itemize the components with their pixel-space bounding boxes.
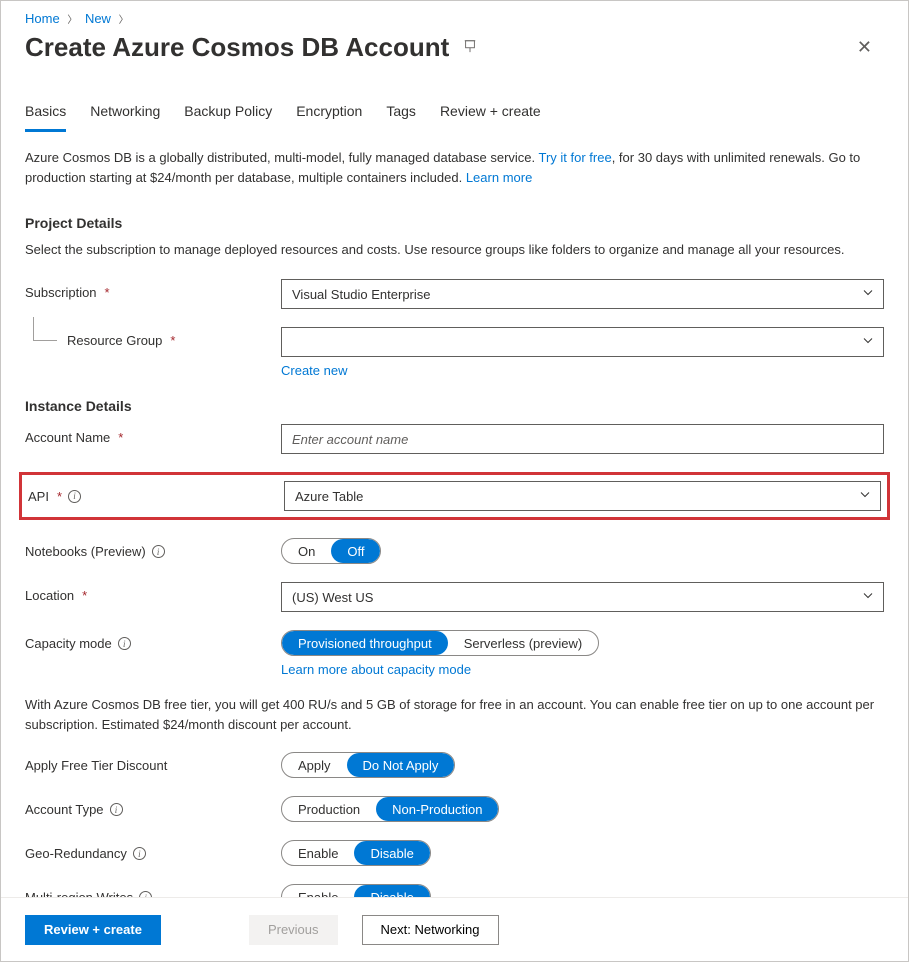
location-select[interactable]: (US) West US bbox=[281, 582, 884, 612]
geo-redundancy-toggle[interactable]: Enable Disable bbox=[281, 840, 431, 866]
notebooks-toggle[interactable]: On Off bbox=[281, 538, 381, 564]
api-select[interactable]: Azure Table bbox=[284, 481, 881, 511]
pin-icon[interactable] bbox=[463, 39, 477, 56]
serverless-option[interactable]: Serverless (preview) bbox=[448, 631, 598, 655]
apply-option[interactable]: Apply bbox=[282, 753, 347, 777]
chevron-right-icon: 〉 bbox=[119, 15, 129, 26]
geo-disable-option[interactable]: Disable bbox=[354, 841, 429, 865]
free-tier-label: Apply Free Tier Discount bbox=[25, 752, 281, 773]
tab-networking[interactable]: Networking bbox=[90, 97, 160, 132]
previous-button: Previous bbox=[249, 915, 338, 945]
production-option[interactable]: Production bbox=[282, 797, 376, 821]
review-create-button[interactable]: Review + create bbox=[25, 915, 161, 945]
tree-line-icon bbox=[33, 317, 57, 341]
provisioned-option[interactable]: Provisioned throughput bbox=[282, 631, 448, 655]
page-title: Create Azure Cosmos DB Account bbox=[25, 32, 449, 63]
content-scroll-area[interactable]: Basics Networking Backup Policy Encrypti… bbox=[1, 87, 908, 897]
try-free-link[interactable]: Try it for free bbox=[539, 150, 612, 165]
footer-bar: Review + create Previous Next: Networkin… bbox=[1, 897, 908, 961]
notebooks-on-option[interactable]: On bbox=[282, 539, 331, 563]
account-name-label: Account Name* bbox=[25, 424, 281, 445]
notebooks-label: Notebooks (Preview) i bbox=[25, 538, 281, 559]
info-icon[interactable]: i bbox=[110, 803, 123, 816]
info-icon[interactable]: i bbox=[152, 545, 165, 558]
resource-group-select[interactable] bbox=[281, 327, 884, 357]
do-not-apply-option[interactable]: Do Not Apply bbox=[347, 753, 455, 777]
multi-enable-option[interactable]: Enable bbox=[282, 885, 354, 897]
tab-tags[interactable]: Tags bbox=[386, 97, 416, 132]
subscription-label: Subscription* bbox=[25, 279, 281, 300]
multi-region-toggle[interactable]: Enable Disable bbox=[281, 884, 431, 897]
multi-disable-option[interactable]: Disable bbox=[354, 885, 429, 897]
account-type-toggle[interactable]: Production Non-Production bbox=[281, 796, 499, 822]
close-icon[interactable]: ✕ bbox=[853, 33, 876, 62]
breadcrumb-new[interactable]: New bbox=[85, 11, 111, 26]
learn-more-link[interactable]: Learn more bbox=[466, 170, 532, 185]
tab-encryption[interactable]: Encryption bbox=[296, 97, 362, 132]
free-tier-description: With Azure Cosmos DB free tier, you will… bbox=[25, 695, 884, 734]
account-name-input[interactable]: Enter account name bbox=[281, 424, 884, 454]
intro-text: Azure Cosmos DB is a globally distribute… bbox=[25, 148, 884, 187]
info-icon[interactable]: i bbox=[118, 637, 131, 650]
instance-details-heading: Instance Details bbox=[25, 398, 884, 414]
project-details-sub: Select the subscription to manage deploy… bbox=[25, 241, 884, 259]
free-tier-toggle[interactable]: Apply Do Not Apply bbox=[281, 752, 455, 778]
capacity-learn-more-link[interactable]: Learn more about capacity mode bbox=[281, 662, 471, 677]
subscription-select[interactable]: Visual Studio Enterprise bbox=[281, 279, 884, 309]
create-new-rg-link[interactable]: Create new bbox=[281, 363, 347, 378]
tab-bar: Basics Networking Backup Policy Encrypti… bbox=[25, 97, 884, 132]
geo-enable-option[interactable]: Enable bbox=[282, 841, 354, 865]
notebooks-off-option[interactable]: Off bbox=[331, 539, 380, 563]
breadcrumb-home[interactable]: Home bbox=[25, 11, 60, 26]
capacity-mode-toggle[interactable]: Provisioned throughput Serverless (previ… bbox=[281, 630, 599, 656]
non-production-option[interactable]: Non-Production bbox=[376, 797, 498, 821]
breadcrumb: Home 〉 New 〉 bbox=[1, 1, 908, 32]
api-label: API* i bbox=[28, 489, 284, 504]
api-row-highlight: API* i Azure Table bbox=[19, 472, 890, 520]
account-type-label: Account Type i bbox=[25, 796, 281, 817]
multi-region-label: Multi-region Writes i bbox=[25, 884, 281, 897]
resource-group-label: Resource Group* bbox=[25, 327, 281, 348]
tab-review[interactable]: Review + create bbox=[440, 97, 541, 132]
tab-backup-policy[interactable]: Backup Policy bbox=[184, 97, 272, 132]
capacity-mode-label: Capacity mode i bbox=[25, 630, 281, 651]
geo-redundancy-label: Geo-Redundancy i bbox=[25, 840, 281, 861]
project-details-heading: Project Details bbox=[25, 215, 884, 231]
tab-basics[interactable]: Basics bbox=[25, 97, 66, 132]
location-label: Location* bbox=[25, 582, 281, 603]
info-icon[interactable]: i bbox=[68, 490, 81, 503]
next-button[interactable]: Next: Networking bbox=[362, 915, 499, 945]
info-icon[interactable]: i bbox=[133, 847, 146, 860]
chevron-right-icon: 〉 bbox=[67, 15, 77, 26]
